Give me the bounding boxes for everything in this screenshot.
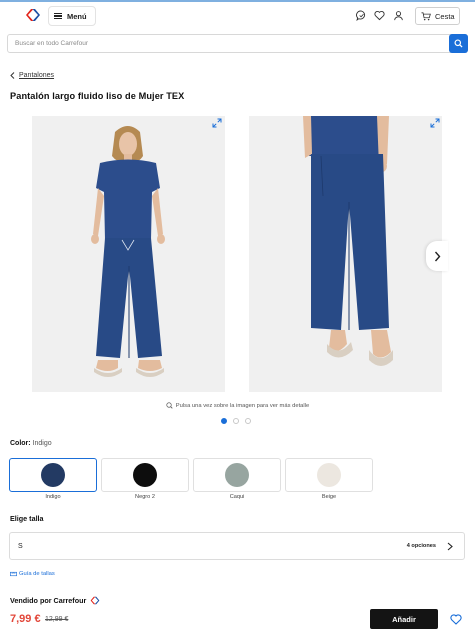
color-ball	[225, 463, 249, 487]
ruler-icon	[10, 571, 17, 577]
selected-color: Indigo	[32, 440, 52, 447]
size-options-count: 4 opciones	[406, 543, 436, 549]
cart-icon	[421, 11, 431, 20]
chevron-right-icon	[434, 251, 440, 261]
expand-icon[interactable]	[430, 118, 440, 128]
model-full-body-image	[32, 116, 225, 392]
chevron-right-icon	[447, 542, 453, 551]
color-name: Caqui	[229, 494, 245, 500]
cart-button[interactable]: Cesta	[415, 7, 460, 25]
product-image-1[interactable]	[32, 116, 225, 392]
model-pants-detail-image	[249, 116, 442, 392]
menu-label: Menú	[67, 11, 87, 21]
color-ball	[133, 463, 157, 487]
size-guide-label: Guía de tallas	[19, 571, 55, 577]
expand-icon[interactable]	[212, 118, 222, 128]
header: Menú Cesta	[0, 2, 475, 29]
current-price: 7,99 €	[10, 613, 41, 625]
color-swatch-indigo[interactable]	[9, 458, 97, 492]
breadcrumb[interactable]: Pantalones	[10, 72, 54, 79]
size-label: Elige talla	[10, 514, 44, 523]
gallery-dot[interactable]	[221, 418, 227, 424]
zoom-hint: Pulsa una vez sobre la imagen para ver m…	[0, 402, 475, 409]
gallery-dots	[221, 418, 251, 424]
seller-info: Vendido por Carrefour	[10, 596, 100, 605]
color-swatch-beige[interactable]	[285, 458, 373, 492]
old-price: 12,99 €	[45, 616, 69, 623]
size-guide-link[interactable]: Guía de tallas	[10, 571, 55, 577]
seller-label: Vendido por Carrefour	[10, 596, 87, 605]
zoom-icon	[166, 402, 173, 409]
chevron-left-icon	[10, 72, 15, 79]
chat-icon[interactable]	[356, 10, 367, 21]
size-selector[interactable]: S 4 opciones	[9, 532, 465, 560]
gallery-dot[interactable]	[245, 418, 251, 424]
color-swatch-negro[interactable]	[101, 458, 189, 492]
color-swatch-caqui[interactable]	[193, 458, 281, 492]
size-value: S	[18, 542, 23, 550]
product-image-2[interactable]	[249, 116, 442, 392]
search-input[interactable]	[8, 35, 448, 52]
search-icon	[454, 39, 463, 48]
color-label-text: Color:	[10, 440, 31, 447]
zoom-hint-text: Pulsa una vez sobre la imagen para ver m…	[175, 402, 310, 409]
breadcrumb-link[interactable]: Pantalones	[19, 72, 54, 79]
gallery-dot[interactable]	[233, 418, 239, 424]
cart-label: Cesta	[435, 11, 455, 21]
add-to-cart-button[interactable]: Añadir	[370, 609, 438, 629]
search-bar	[7, 34, 468, 53]
color-ball	[317, 463, 341, 487]
carrefour-logo	[90, 596, 100, 605]
search-button[interactable]	[449, 34, 468, 53]
hamburger-icon	[54, 12, 62, 20]
menu-button[interactable]: Menú	[48, 6, 96, 26]
heart-icon[interactable]	[374, 10, 385, 21]
color-name: Indigo	[45, 494, 61, 500]
product-title: Pantalón largo fluido liso de Mujer TEX	[10, 91, 185, 101]
carrefour-logo[interactable]	[25, 8, 41, 22]
color-name: Negro 2	[135, 494, 155, 500]
favorite-heart-icon[interactable]	[450, 614, 462, 625]
gallery-next-button[interactable]	[426, 241, 448, 271]
color-label: Color: Indigo	[10, 440, 52, 447]
color-name: Beige	[321, 494, 337, 500]
user-icon[interactable]	[393, 10, 404, 21]
color-ball	[41, 463, 65, 487]
